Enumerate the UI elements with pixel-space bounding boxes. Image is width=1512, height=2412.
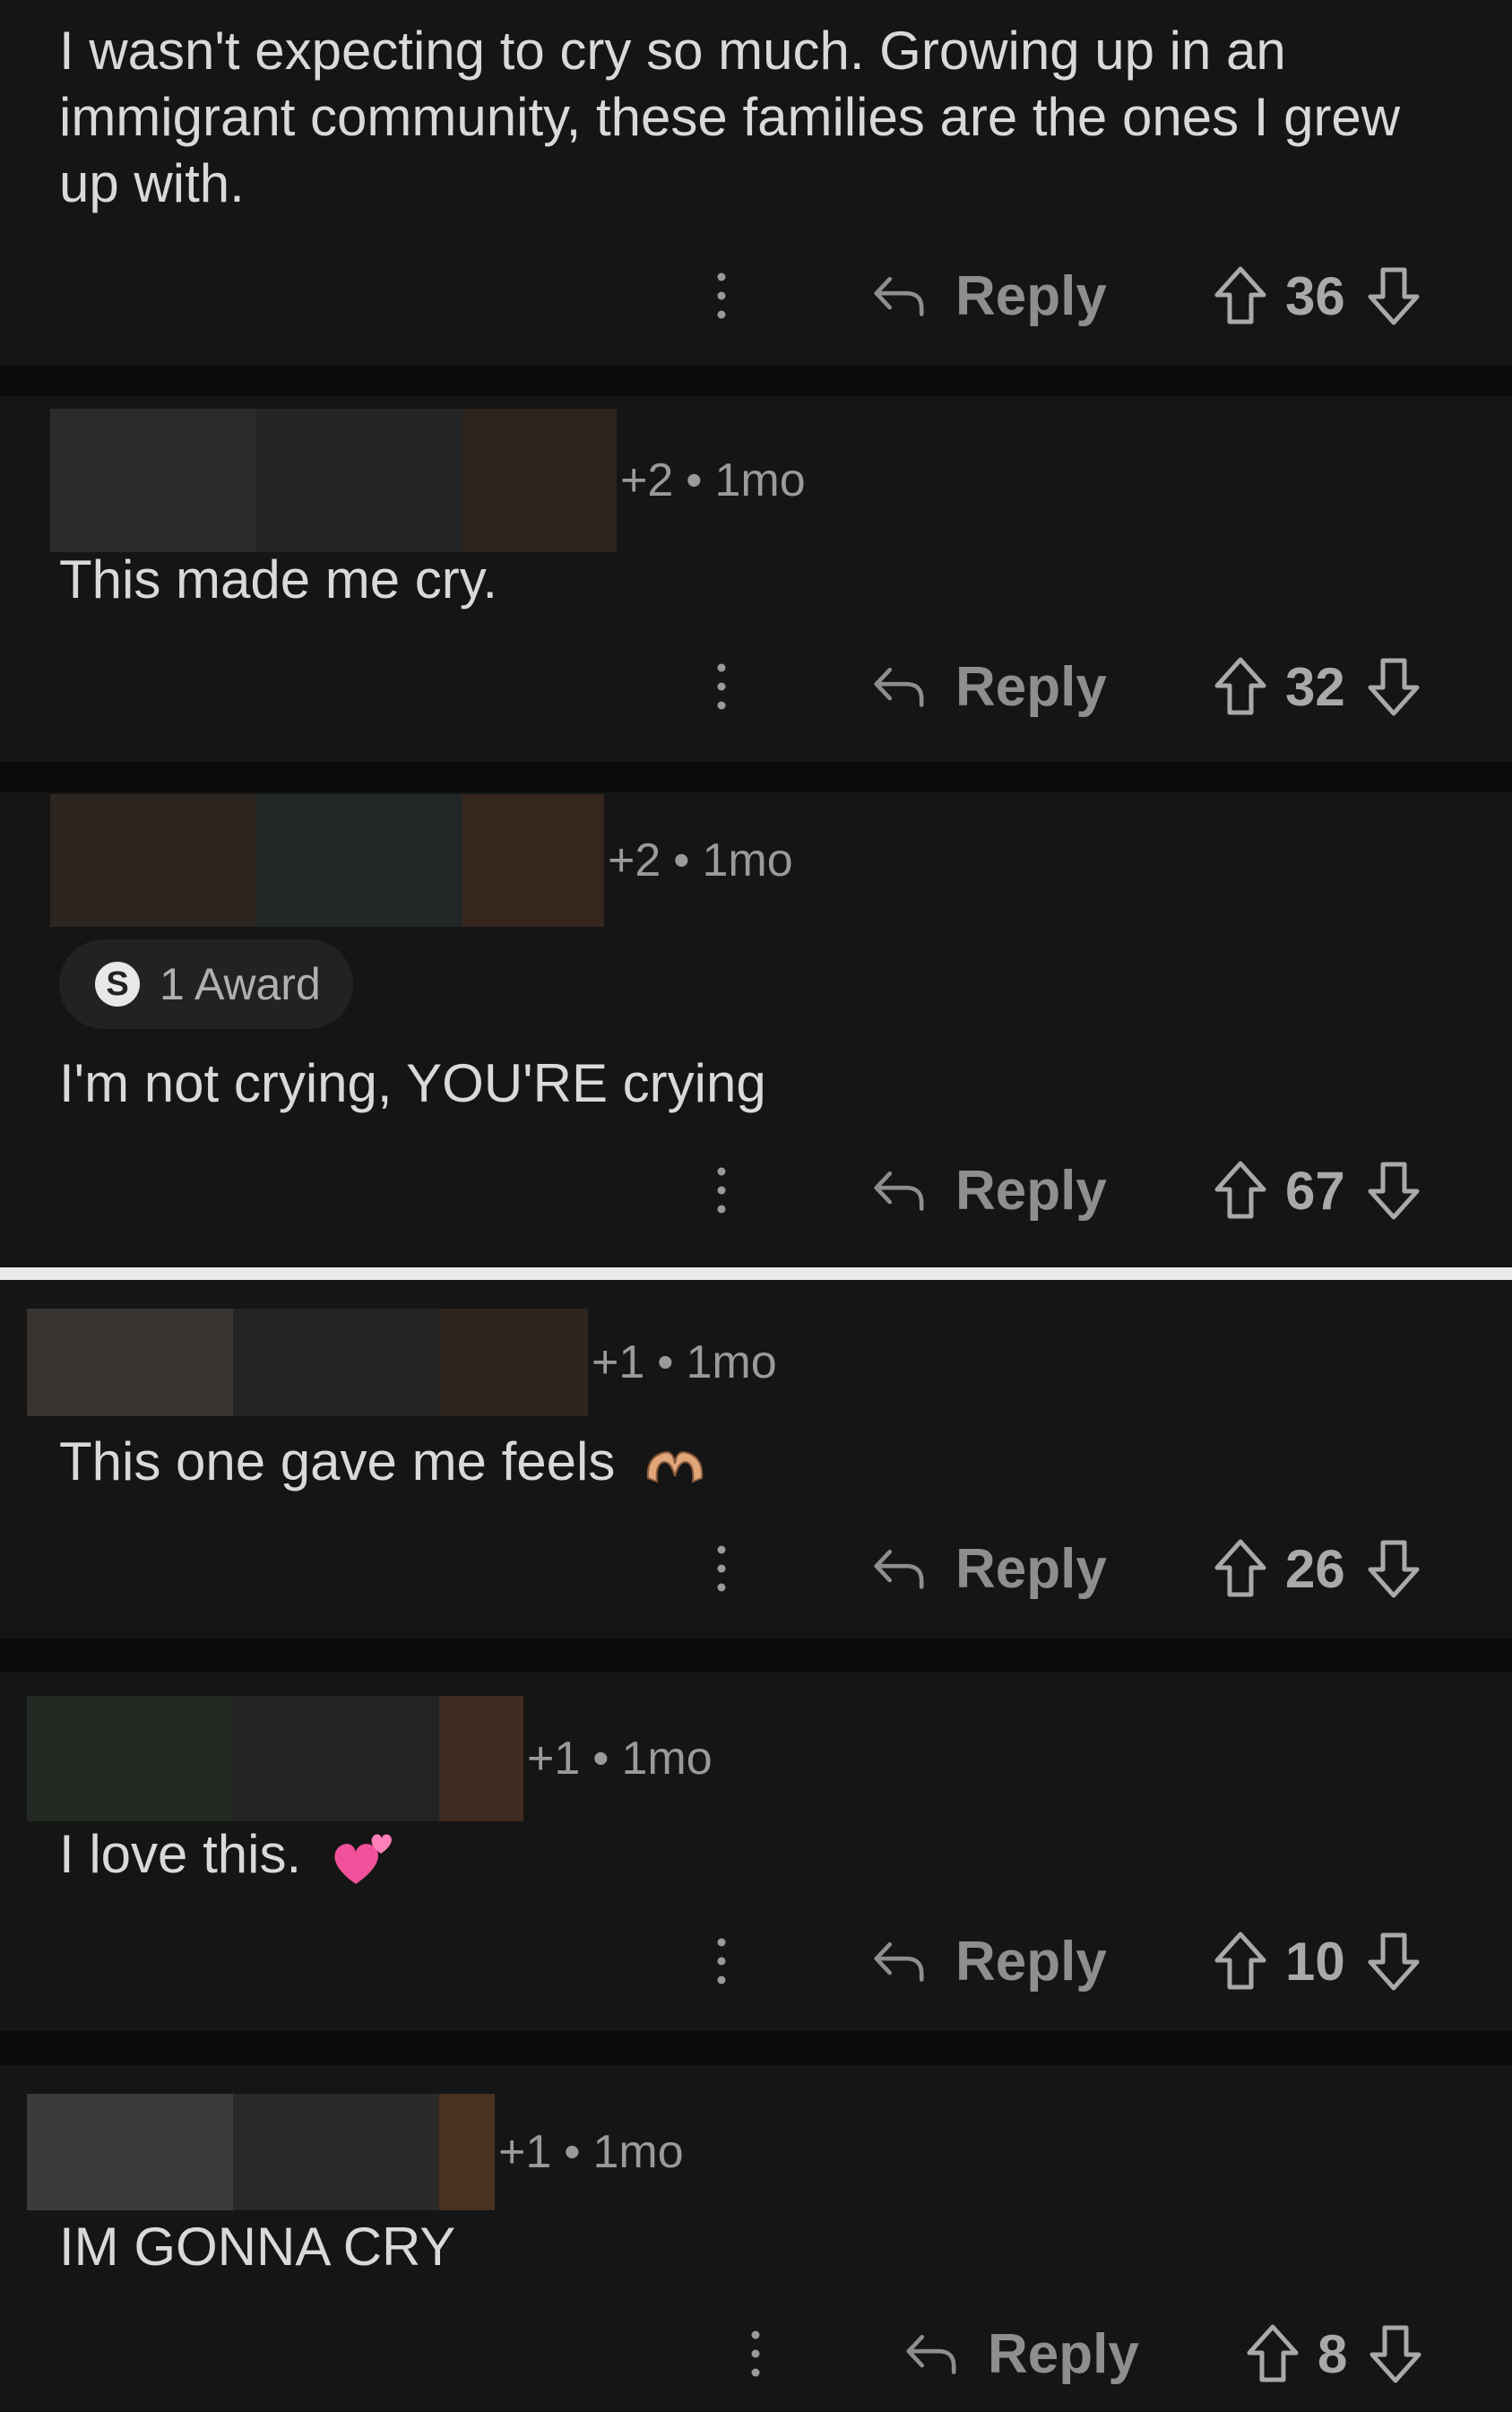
comment-actions: Reply 32 <box>0 642 1512 731</box>
comment-card: I wasn't expecting to cry so much. Growi… <box>0 0 1512 366</box>
award-badge[interactable]: S 1 Award <box>59 939 353 1029</box>
comment-age: 1mo <box>702 834 793 886</box>
comment-age: 1mo <box>621 1733 713 1785</box>
more-vertical-icon[interactable] <box>742 2309 769 2399</box>
two-hearts-emoji-icon <box>334 1834 392 1885</box>
more-vertical-icon[interactable] <box>708 1524 735 1613</box>
vote-controls: 36 <box>1212 251 1422 341</box>
comment-age: 1mo <box>686 1336 777 1388</box>
comment-card: +2 • 1mo This made me cry. Reply 32 <box>0 396 1512 762</box>
comment-meta: +1 • 1mo <box>27 2094 684 2210</box>
redacted-username <box>27 1696 523 1821</box>
comment-body: I love this. <box>59 1821 397 1889</box>
comment-actions: Reply 8 <box>0 2309 1512 2399</box>
reply-label: Reply <box>955 1930 1107 1993</box>
vote-controls: 67 <box>1212 1145 1422 1235</box>
reply-arrow-icon <box>869 1936 929 1986</box>
karma-score: +1 <box>527 1733 581 1785</box>
more-vertical-icon[interactable] <box>708 1916 735 2006</box>
reply-button[interactable]: Reply <box>869 1524 1107 1613</box>
comment-meta: +2 • 1mo <box>50 409 806 552</box>
comment-meta-text: +1 • 1mo <box>592 1336 777 1388</box>
comment-card: +1 • 1mo This one gave me feels Reply 26 <box>0 1280 1512 1638</box>
vote-controls: 26 <box>1212 1524 1422 1613</box>
comment-text: This one gave me feels <box>59 1431 616 1491</box>
downvote-arrow-icon[interactable] <box>1367 2322 1424 2385</box>
reply-arrow-icon <box>869 661 929 712</box>
screenshot-divider <box>0 1267 1512 1280</box>
reply-button[interactable]: Reply <box>869 1145 1107 1235</box>
silver-award-icon: S <box>95 962 140 1007</box>
karma-score: +1 <box>498 2126 552 2178</box>
reply-label: Reply <box>955 655 1107 718</box>
reply-button[interactable]: Reply <box>902 2309 1139 2399</box>
comment-meta: +1 • 1mo <box>27 1309 777 1416</box>
comment-meta-text: +2 • 1mo <box>620 454 806 506</box>
comment-actions: Reply 36 <box>0 251 1512 341</box>
comment-body: IM GONNA CRY <box>59 2217 456 2277</box>
reply-button[interactable]: Reply <box>869 251 1107 341</box>
karma-score: +1 <box>592 1336 645 1388</box>
comment-body: This made me cry. <box>59 549 497 609</box>
redacted-username <box>27 2094 495 2210</box>
comment-meta: +2 • 1mo <box>50 794 793 927</box>
reply-button[interactable]: Reply <box>869 642 1107 731</box>
reply-button[interactable]: Reply <box>869 1916 1107 2006</box>
reply-label: Reply <box>955 264 1107 327</box>
heart-hands-emoji-icon <box>646 1451 704 1483</box>
downvote-arrow-icon[interactable] <box>1365 1159 1422 1222</box>
downvote-arrow-icon[interactable] <box>1365 264 1422 327</box>
comment-actions: Reply 10 <box>0 1916 1512 2006</box>
reply-label: Reply <box>988 2322 1139 2385</box>
downvote-arrow-icon[interactable] <box>1365 655 1422 718</box>
comment-meta-text: +1 • 1mo <box>527 1733 713 1785</box>
reply-arrow-icon <box>902 2329 961 2379</box>
reply-arrow-icon <box>869 271 929 321</box>
vote-count: 36 <box>1285 265 1345 326</box>
comment-body: This one gave me feels <box>59 1429 707 1495</box>
reply-arrow-icon <box>869 1543 929 1594</box>
karma-score: +2 <box>608 834 661 886</box>
comment-text: I love this. <box>59 1824 302 1884</box>
comment-body: I wasn't expecting to cry so much. Growi… <box>59 21 1401 213</box>
comment-actions: Reply 67 <box>0 1145 1512 1235</box>
comment-meta-text: +1 • 1mo <box>498 2126 684 2178</box>
upvote-arrow-icon[interactable] <box>1212 264 1269 327</box>
more-vertical-icon[interactable] <box>708 642 735 731</box>
downvote-arrow-icon[interactable] <box>1365 1537 1422 1600</box>
comment-body: I'm not crying, YOU'RE crying <box>59 1053 766 1113</box>
redacted-username <box>50 794 604 927</box>
more-vertical-icon[interactable] <box>708 1145 735 1235</box>
upvote-arrow-icon[interactable] <box>1244 2322 1301 2385</box>
comment-age: 1mo <box>714 454 806 506</box>
comment-card: +2 • 1mo S 1 Award I'm not crying, YOU'RE … <box>0 792 1512 1267</box>
reply-label: Reply <box>955 1537 1107 1600</box>
upvote-arrow-icon[interactable] <box>1212 655 1269 718</box>
vote-count: 8 <box>1318 2323 1348 2384</box>
vote-controls: 8 <box>1244 2309 1424 2399</box>
redacted-username <box>27 1309 588 1416</box>
upvote-arrow-icon[interactable] <box>1212 1930 1269 1993</box>
award-label: 1 Award <box>160 959 321 1009</box>
upvote-arrow-icon[interactable] <box>1212 1159 1269 1222</box>
vote-count: 32 <box>1285 656 1345 717</box>
upvote-arrow-icon[interactable] <box>1212 1537 1269 1600</box>
vote-controls: 10 <box>1212 1916 1422 2006</box>
reply-label: Reply <box>955 1159 1107 1222</box>
vote-count: 10 <box>1285 1931 1345 1992</box>
redacted-username <box>50 409 617 552</box>
comment-meta: +1 • 1mo <box>27 1696 713 1821</box>
comment-age: 1mo <box>592 2126 684 2178</box>
comment-card: +1 • 1mo IM GONNA CRY Reply 8 <box>0 2065 1512 2412</box>
comment-meta-text: +2 • 1mo <box>608 834 793 886</box>
vote-count: 26 <box>1285 1538 1345 1599</box>
karma-score: +2 <box>620 454 674 506</box>
vote-controls: 32 <box>1212 642 1422 731</box>
vote-count: 67 <box>1285 1160 1345 1221</box>
comment-actions: Reply 26 <box>0 1524 1512 1613</box>
reply-arrow-icon <box>869 1165 929 1215</box>
more-vertical-icon[interactable] <box>708 251 735 341</box>
comment-card: +1 • 1mo I love this. Reply 10 <box>0 1673 1512 2031</box>
downvote-arrow-icon[interactable] <box>1365 1930 1422 1993</box>
